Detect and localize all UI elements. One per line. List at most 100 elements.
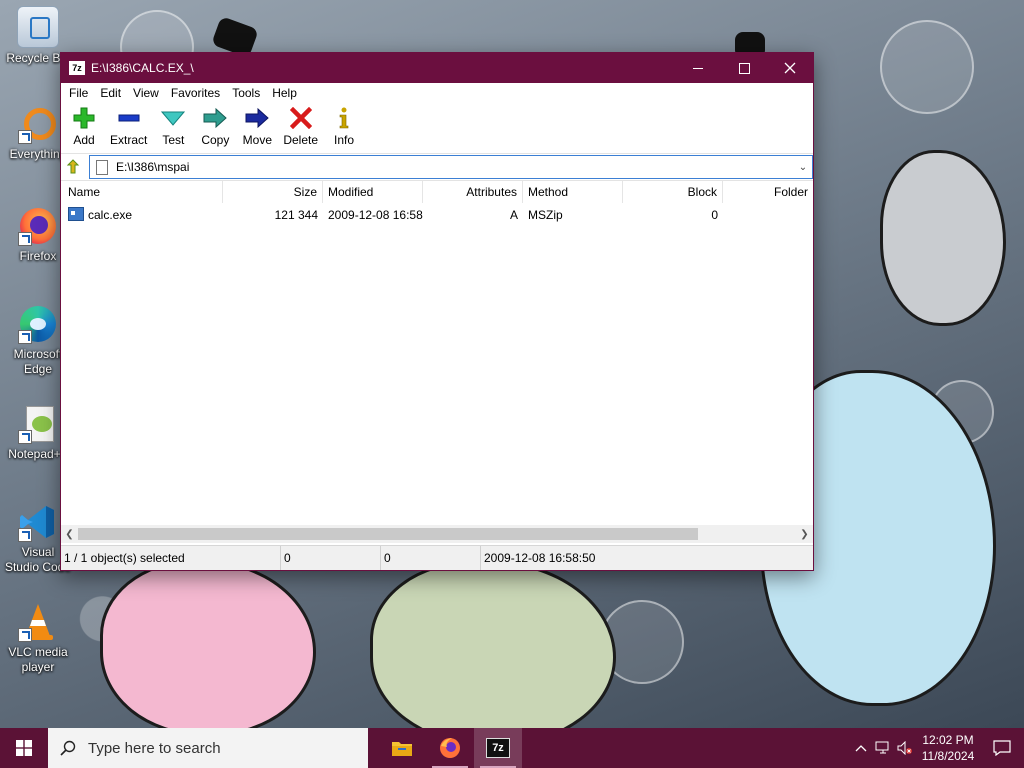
desktop-icon-vlc[interactable]: VLC media player — [4, 602, 72, 675]
desktop-icon-label: Everything — [9, 147, 67, 161]
add-label: Add — [73, 133, 95, 147]
volume-muted-icon[interactable] — [894, 741, 916, 755]
notification-icon — [993, 740, 1011, 756]
extract-label: Extract — [110, 133, 148, 147]
info-icon — [332, 107, 356, 129]
maximize-button[interactable] — [721, 53, 767, 83]
file-block-cell: 0 — [711, 208, 718, 222]
file-row[interactable]: calc.exe 121 344 2009-12-08 16:58 A MSZi… — [61, 205, 813, 225]
file-attributes-cell: A — [509, 208, 518, 222]
window-title: E:\I386\CALC.EX_\ — [91, 61, 194, 75]
info-label: Info — [334, 133, 355, 147]
up-arrow-icon — [67, 159, 80, 174]
test-label: Test — [162, 133, 185, 147]
file-method-cell: MSZip — [528, 208, 563, 222]
column-header-attributes[interactable]: Attributes — [423, 181, 523, 203]
menu-help[interactable]: Help — [266, 83, 303, 103]
delete-button[interactable]: Delete — [278, 103, 323, 147]
wallpaper-gray-cat — [880, 150, 1006, 326]
move-label: Move — [242, 133, 273, 147]
file-name-cell: calc.exe — [63, 205, 223, 225]
extract-minus-icon — [117, 107, 141, 129]
7zip-icon: 7z — [486, 738, 510, 758]
info-button[interactable]: Info — [323, 103, 365, 147]
exe-file-icon — [68, 207, 84, 221]
taskbar-search-box[interactable]: Type here to search — [48, 728, 368, 768]
menu-file[interactable]: File — [63, 83, 94, 103]
up-folder-button[interactable] — [61, 154, 89, 180]
column-header-method[interactable]: Method — [523, 181, 623, 203]
chevron-down-icon[interactable]: ⌄ — [794, 162, 812, 173]
delete-label: Delete — [283, 133, 319, 147]
chevron-up-icon[interactable] — [850, 744, 872, 752]
address-bar: ⌄ — [61, 154, 813, 181]
column-header-modified[interactable]: Modified — [323, 181, 423, 203]
clock-date: 11/8/2024 — [921, 749, 975, 763]
file-list: calc.exe 121 344 2009-12-08 16:58 A MSZi… — [61, 203, 813, 521]
menu-tools[interactable]: Tools — [226, 83, 266, 103]
taskbar-clock[interactable]: 12:02 PM 11/8/2024 — [916, 732, 980, 764]
wallpaper-pink-creature — [100, 560, 316, 728]
file-icon — [96, 159, 108, 175]
start-button[interactable] — [0, 728, 48, 768]
status-size: 0 — [281, 546, 381, 570]
menu-bar: File Edit View Favorites Tools Help — [61, 83, 813, 103]
toolbar: Add Extract Test Copy Move Delete Info — [61, 103, 813, 154]
window-titlebar[interactable]: 7z E:\I386\CALC.EX_\ — [61, 53, 813, 83]
menu-favorites[interactable]: Favorites — [165, 83, 226, 103]
taskbar-firefox[interactable] — [426, 728, 474, 768]
clock-time: 12:02 PM — [922, 733, 974, 747]
minimize-button[interactable] — [675, 53, 721, 83]
firefox-icon — [18, 206, 58, 246]
firefox-icon — [440, 738, 460, 758]
copy-label: Copy — [201, 133, 230, 147]
network-icon[interactable] — [872, 741, 894, 755]
extract-button[interactable]: Extract — [105, 103, 152, 147]
vscode-icon — [18, 502, 58, 542]
menu-edit[interactable]: Edit — [94, 83, 127, 103]
edge-icon — [18, 304, 58, 344]
shortcut-arrow-icon — [18, 528, 32, 542]
test-button[interactable]: Test — [152, 103, 194, 147]
scrollbar-track[interactable] — [78, 527, 796, 541]
file-size-cell: 121 344 — [274, 208, 318, 222]
wallpaper-bubble — [880, 20, 974, 114]
file-name: calc.exe — [88, 208, 133, 222]
status-packed: 0 — [381, 546, 481, 570]
recycle-bin-icon — [17, 6, 59, 48]
vlc-icon — [18, 602, 58, 642]
shortcut-arrow-icon — [18, 330, 32, 344]
taskbar-file-explorer[interactable] — [378, 728, 426, 768]
taskbar-7zip[interactable]: 7z — [474, 728, 522, 768]
move-button[interactable]: Move — [236, 103, 278, 147]
scroll-left-icon[interactable]: ❮ — [61, 529, 78, 540]
path-combobox[interactable]: ⌄ — [89, 155, 813, 179]
scrollbar-thumb[interactable] — [78, 528, 698, 540]
status-selection: 1 / 1 object(s) selected — [61, 546, 281, 570]
notepad-plus-plus-icon — [18, 404, 58, 444]
taskbar: Type here to search 7z 12:02 PM 11/8/202… — [0, 728, 1024, 768]
close-button[interactable] — [767, 53, 813, 83]
notification-center-button[interactable] — [980, 740, 1024, 756]
add-button[interactable]: Add — [63, 103, 105, 147]
horizontal-scrollbar[interactable]: ❮ ❯ — [61, 525, 813, 543]
close-icon — [784, 62, 796, 74]
menu-view[interactable]: View — [127, 83, 165, 103]
column-header-size[interactable]: Size — [223, 181, 323, 203]
desktop-icon-label: Microsoft Edge — [13, 347, 63, 376]
everything-search-icon — [18, 104, 58, 144]
shortcut-arrow-icon — [18, 130, 32, 144]
copy-button[interactable]: Copy — [194, 103, 236, 147]
column-header-name[interactable]: Name — [63, 181, 223, 203]
desktop-icon-label: Notepad++ — [8, 447, 68, 461]
search-placeholder: Type here to search — [88, 739, 221, 757]
windows-logo-icon — [16, 740, 32, 756]
path-input[interactable] — [116, 160, 794, 174]
scroll-right-icon[interactable]: ❯ — [796, 529, 813, 540]
column-header-folder[interactable]: Folder — [723, 181, 813, 203]
delete-x-icon — [289, 107, 313, 129]
shortcut-arrow-icon — [18, 430, 32, 444]
column-header-block[interactable]: Block — [623, 181, 723, 203]
7zip-file-manager-window: 7z E:\I386\CALC.EX_\ File Edit View Favo… — [60, 52, 814, 571]
shortcut-arrow-icon — [18, 232, 32, 246]
